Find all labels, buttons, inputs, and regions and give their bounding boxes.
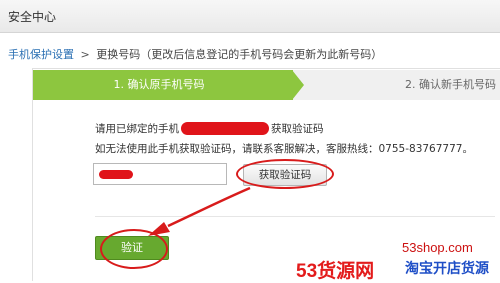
annotation-arrowhead: [148, 222, 170, 236]
watermark-brand: 53货源网: [296, 261, 375, 282]
watermark-site-url: 53shop.com: [402, 240, 473, 255]
annotation-arrow: [148, 186, 251, 236]
watermark-slogan: 淘宝开店货源: [405, 261, 489, 277]
annotation-arrow-line: [167, 186, 251, 228]
